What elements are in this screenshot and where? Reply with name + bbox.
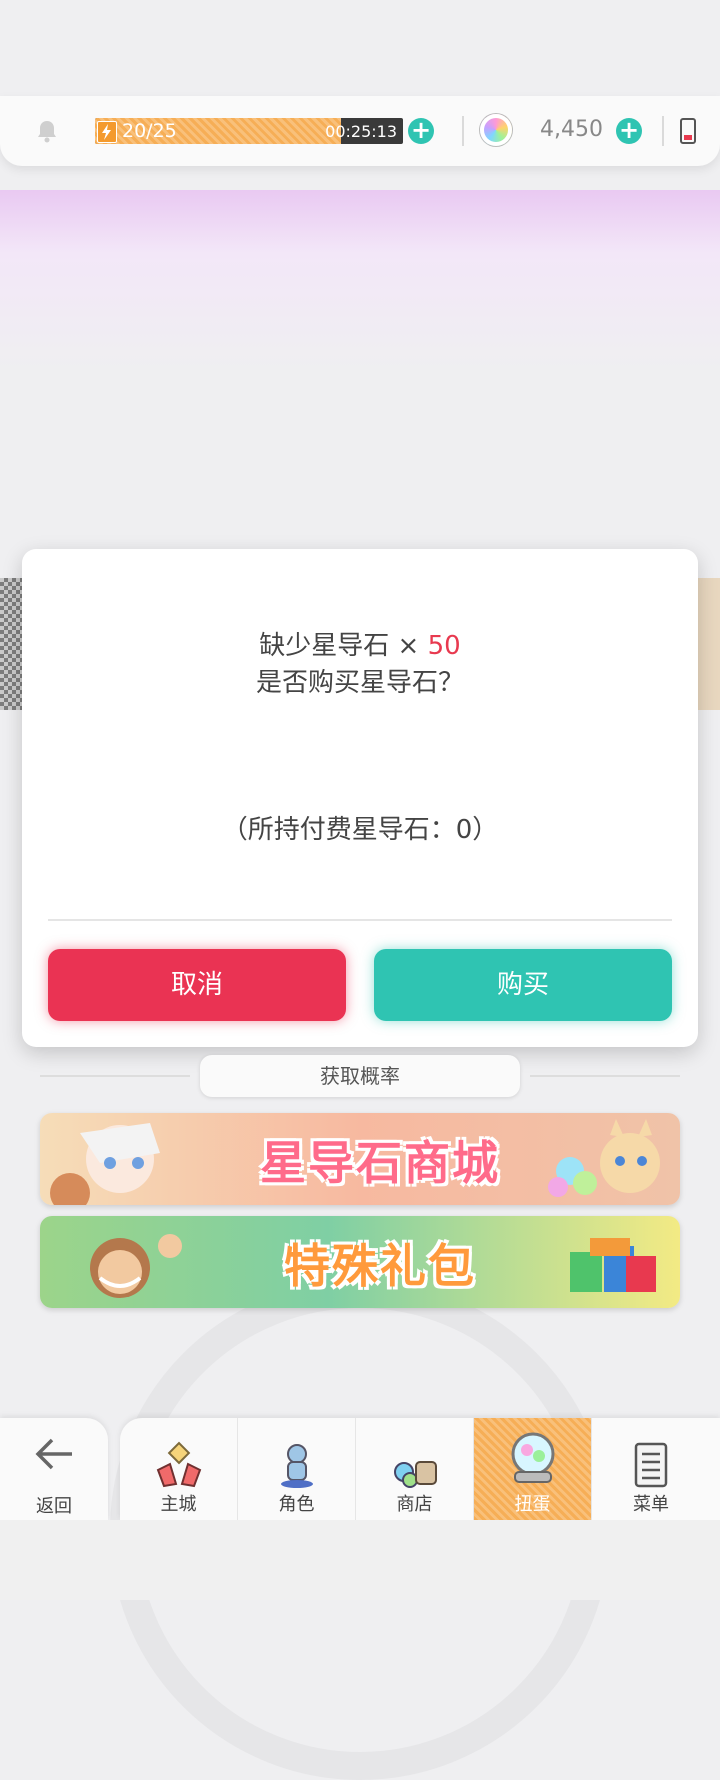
back-arrow-icon: [35, 1438, 72, 1470]
held-stones-text: （所持付费星导石：0）: [221, 815, 499, 845]
gift-bags-art: [570, 1238, 656, 1292]
system-nav-area: [0, 1520, 720, 1600]
cancel-button[interactable]: 取消: [48, 949, 346, 1021]
star-stone-icon: [480, 114, 512, 146]
purchase-dialog: 缺少星导石 × 50 是否购买星导石？ （所持付费星导石：0） 取消 购买: [22, 549, 698, 1047]
stamina-timer: 00:25:13: [325, 122, 397, 141]
menu-list-icon: [634, 1442, 668, 1488]
shop-banner-title: 星导石商城: [260, 1136, 500, 1190]
rates-right-line: [530, 1075, 680, 1077]
mascot-art: [548, 1119, 660, 1197]
nav-label-menu: 菜单: [633, 1494, 669, 1515]
star-stone-shop-banner[interactable]: 星导石商城: [40, 1113, 680, 1205]
nav-item-gacha[interactable]: 扭蛋: [474, 1418, 592, 1520]
bottom-nav-bar: 主城 角色 商店 扭蛋 菜单: [120, 1418, 720, 1520]
nav-item-home[interactable]: 主城: [120, 1418, 238, 1520]
drop-rates-button[interactable]: 获取概率: [200, 1055, 520, 1097]
divider: [462, 116, 464, 146]
top-status-bar: 20/25 00:25:13 + 4,450 +: [0, 96, 720, 166]
add-stamina-button[interactable]: +: [408, 118, 434, 144]
nav-label-gacha: 扭蛋: [514, 1494, 551, 1515]
add-star-stone-button[interactable]: +: [616, 118, 642, 144]
rates-left-line: [40, 1075, 190, 1077]
back-label: 返回: [36, 1496, 72, 1517]
buy-button[interactable]: 购买: [374, 949, 672, 1021]
nav-item-menu[interactable]: 菜单: [592, 1418, 710, 1520]
gacha-orb-icon: [511, 1432, 555, 1483]
character-art: [50, 1123, 160, 1205]
character-icon: [281, 1444, 313, 1488]
left-banner-edge: [0, 578, 22, 710]
stamina-bar: 20/25 00:25:13: [95, 118, 403, 144]
nav-label-character: 角色: [278, 1494, 315, 1515]
special-pack-banner[interactable]: 特殊礼包: [40, 1216, 680, 1308]
dialog-divider: [48, 919, 672, 921]
star-stone-count: 4,450: [540, 117, 603, 142]
nav-item-character[interactable]: 角色: [238, 1418, 356, 1520]
missing-stones-text: 缺少星导石 ×: [259, 631, 428, 661]
purchase-question: 是否购买星导石？: [255, 668, 464, 698]
shop-bag-icon: [394, 1461, 437, 1488]
castle-icon: [156, 1441, 202, 1488]
nav-item-shop[interactable]: 商店: [356, 1418, 474, 1520]
bell-icon[interactable]: [34, 118, 60, 144]
nav-label-home: 主城: [160, 1494, 197, 1515]
lightning-icon: [97, 121, 117, 143]
stamina-value: 20/25: [122, 120, 177, 142]
gacha-banner-background: [0, 190, 720, 370]
divider: [662, 116, 664, 146]
battery-icon: [680, 118, 696, 144]
nav-label-shop: 商店: [396, 1494, 433, 1515]
back-button[interactable]: 返回: [0, 1418, 108, 1520]
right-banner-edge: [698, 578, 720, 710]
missing-stones-message: 缺少星导石 × 50: [22, 625, 698, 662]
pack-banner-title: 特殊礼包: [284, 1239, 476, 1293]
missing-stones-qty: 50: [427, 631, 461, 661]
character-art: [90, 1234, 182, 1298]
